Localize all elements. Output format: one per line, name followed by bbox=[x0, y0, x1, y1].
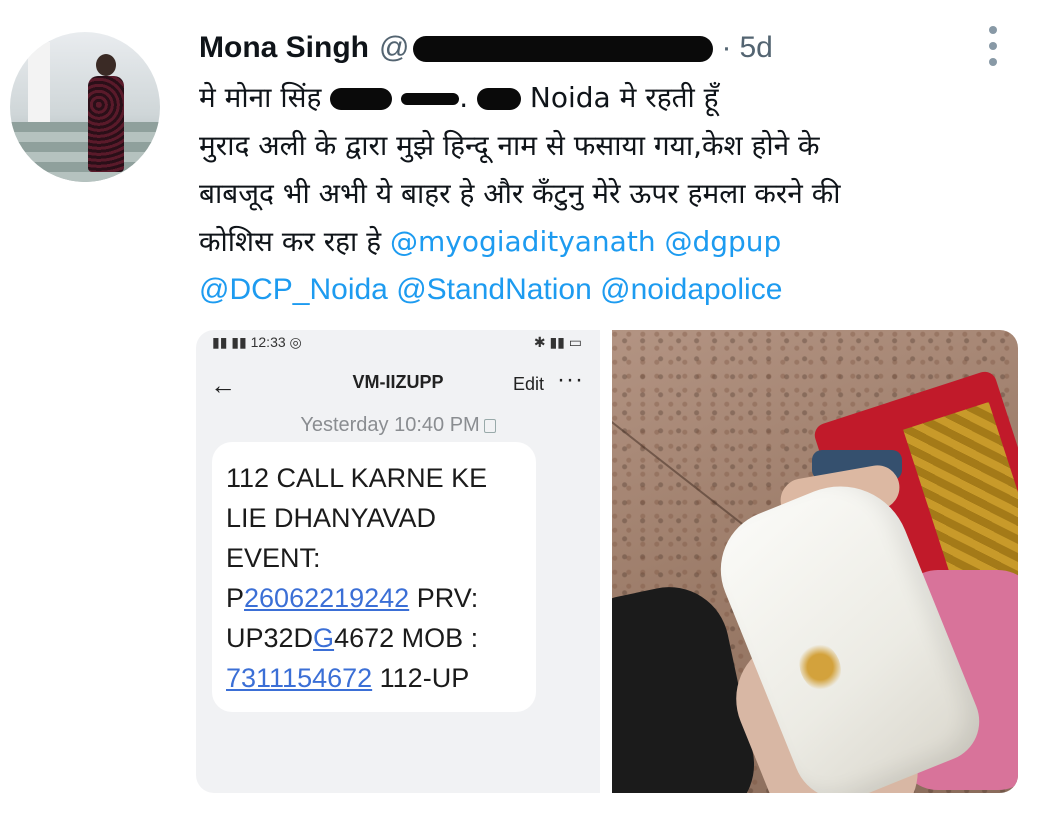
tweet-line-4: कोशिस कर रहा हे @myogiadityanath @dgpup bbox=[199, 225, 782, 258]
media-grid: ▮▮ ▮▮ 12:33 ◎ ✱ ▮▮ ▭ ← VM-IIZUPP Edit ··… bbox=[196, 330, 1018, 793]
header-separator: · bbox=[721, 31, 732, 64]
sms-timestamp: Yesterday 10:40 PM bbox=[196, 414, 600, 437]
tweet-timestamp[interactable]: 5d bbox=[739, 31, 772, 65]
avatar-person bbox=[82, 54, 128, 174]
sms-screenshot[interactable]: ▮▮ ▮▮ 12:33 ◎ ✱ ▮▮ ▭ ← VM-IIZUPP Edit ··… bbox=[196, 330, 600, 793]
tweet-header: Mona Singh @ · 5d bbox=[199, 28, 773, 68]
author-handle[interactable]: @ bbox=[379, 31, 714, 65]
redacted-handle bbox=[413, 36, 714, 63]
sms-message-text: 112 CALL KARNE KE LIE DHANYAVAD EVENT: P… bbox=[226, 463, 488, 693]
avatar-background bbox=[28, 42, 50, 132]
tweet-line-2: मुराद अली के द्वारा मुझे हिन्दू नाम से फ… bbox=[199, 129, 820, 162]
tweet-line-5: @DCP_Noida @StandNation @noidapolice bbox=[199, 266, 999, 314]
sms-toolbar: ← VM-IIZUPP Edit ··· bbox=[196, 358, 600, 414]
sms-message-bubble: 112 CALL KARNE KE LIE DHANYAVAD EVENT: P… bbox=[212, 442, 536, 712]
mention-dgpup[interactable]: @dgpup bbox=[664, 225, 781, 258]
tweet-line-3: बाबजूद भी अभी ये बाहर हे और कँटुनु मेरे … bbox=[199, 177, 841, 210]
mention-myogiadityanath[interactable]: @myogiadityanath bbox=[390, 225, 656, 258]
redaction-mark bbox=[477, 88, 522, 110]
redaction-mark bbox=[330, 88, 393, 110]
sms-phone-link[interactable]: 7311154672 bbox=[226, 663, 372, 693]
sim-icon bbox=[483, 418, 496, 433]
redaction-mark bbox=[401, 93, 460, 105]
author-avatar[interactable] bbox=[10, 32, 160, 182]
mention-dcp-noida[interactable]: @DCP_Noida bbox=[199, 273, 388, 306]
tweet-line-1: मे मोना सिंह . Noida मे रहती हूँ bbox=[199, 81, 719, 114]
injury-photo[interactable] bbox=[612, 330, 1018, 793]
sms-more-icon[interactable]: ··· bbox=[557, 366, 584, 394]
author-name[interactable]: Mona Singh bbox=[199, 31, 369, 65]
mention-standnation[interactable]: @StandNation bbox=[396, 273, 592, 306]
more-options-icon[interactable] bbox=[983, 24, 1003, 68]
sms-edit-button[interactable]: Edit bbox=[513, 374, 544, 395]
mention-noidapolice[interactable]: @noidapolice bbox=[600, 273, 782, 306]
sms-event-link[interactable]: 26062219242 bbox=[244, 583, 409, 613]
sms-vehicle-link[interactable]: G bbox=[313, 623, 334, 653]
tweet-body: मे मोना सिंह . Noida मे रहती हूँ मुराद अ… bbox=[199, 74, 999, 314]
phone-status-bar: ▮▮ ▮▮ 12:33 ◎ ✱ ▮▮ ▭ bbox=[212, 334, 582, 350]
